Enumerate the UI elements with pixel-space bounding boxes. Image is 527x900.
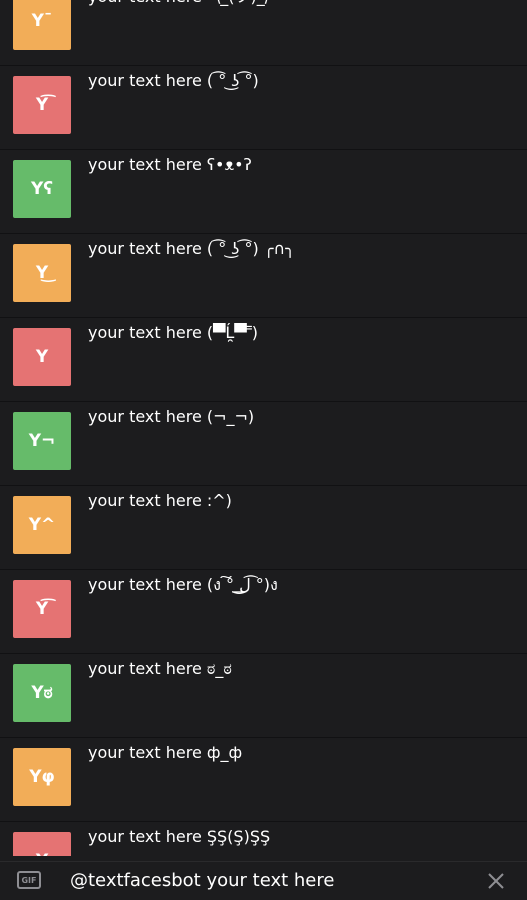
inline-results-list: Y¯ your text here ¯\_(ツ)_/¯ Y͡ your text he… <box>0 0 527 856</box>
gif-icon[interactable]: GIF <box>17 871 41 889</box>
result-thumbnail: Y <box>13 832 71 856</box>
message-input-bar: GIF @textfacesbot your text here <box>0 861 527 900</box>
result-row[interactable]: Yʕ your text here ʕ•ᴥ•ʔ <box>0 150 527 234</box>
result-text: your text here (ง ͠° ͟ل͜ ͡°)ง <box>88 575 278 594</box>
result-row[interactable]: Yφ your text here ф_ф <box>0 738 527 822</box>
result-text: your text here ŞŞ(Ş)ŞŞ <box>88 827 271 846</box>
result-row[interactable]: Y^ your text here :^) <box>0 486 527 570</box>
result-row[interactable]: Y¯ your text here ¯\_(ツ)_/¯ <box>0 0 527 66</box>
result-row[interactable]: Y͡ your text here (ง ͠° ͟ل͜ ͡°)ง <box>0 570 527 654</box>
result-row[interactable]: Y¬ your text here (¬_¬) <box>0 402 527 486</box>
message-input[interactable]: @textfacesbot your text here <box>70 868 450 894</box>
result-thumbnail: Yಠ <box>13 664 71 722</box>
result-thumbnail: Yφ <box>13 748 71 806</box>
result-text: your text here ф_ф <box>88 743 243 762</box>
result-thumbnail: Y͡ <box>13 580 71 638</box>
result-row[interactable]: Yyour text here (▀̿Ĺ̯▀̿ ̿) <box>0 318 527 402</box>
result-text: your text here :^) <box>88 491 232 510</box>
result-thumbnail: Y^ <box>13 496 71 554</box>
result-thumbnail: Yʕ <box>13 160 71 218</box>
result-text: your text here ¯\_(ツ)_/¯ <box>88 0 517 7</box>
result-row[interactable]: Y͡ your text here ( ͡° ͜ʖ ͡°) <box>0 66 527 150</box>
result-text: your text here (▀̿Ĺ̯▀̿ ̿) <box>88 323 258 342</box>
result-thumbnail: Y¯ <box>13 0 71 50</box>
result-thumbnail: Y͜ <box>13 244 71 302</box>
result-row[interactable]: Y͜ your text here ( ͡° ͜ʖ ͡°) ╭∩╮ <box>0 234 527 318</box>
result-row[interactable]: Yಠ your text here ಠ_ಠ <box>0 654 527 738</box>
result-thumbnail: Y <box>13 328 71 386</box>
result-text: your text here ( ͡° ͜ʖ ͡°) ╭∩╮ <box>88 239 295 258</box>
result-text: your text here ಠ_ಠ <box>88 659 232 678</box>
close-icon[interactable] <box>485 870 507 892</box>
result-text: your text here (¬_¬) <box>88 407 255 426</box>
result-row[interactable]: Yyour text here ŞŞ(Ş)ŞŞ <box>0 822 527 856</box>
result-thumbnail: Y¬ <box>13 412 71 470</box>
result-thumbnail: Y͡ <box>13 76 71 134</box>
result-text: your text here ( ͡° ͜ʖ ͡°) <box>88 71 259 90</box>
result-text: your text here ʕ•ᴥ•ʔ <box>88 155 252 174</box>
